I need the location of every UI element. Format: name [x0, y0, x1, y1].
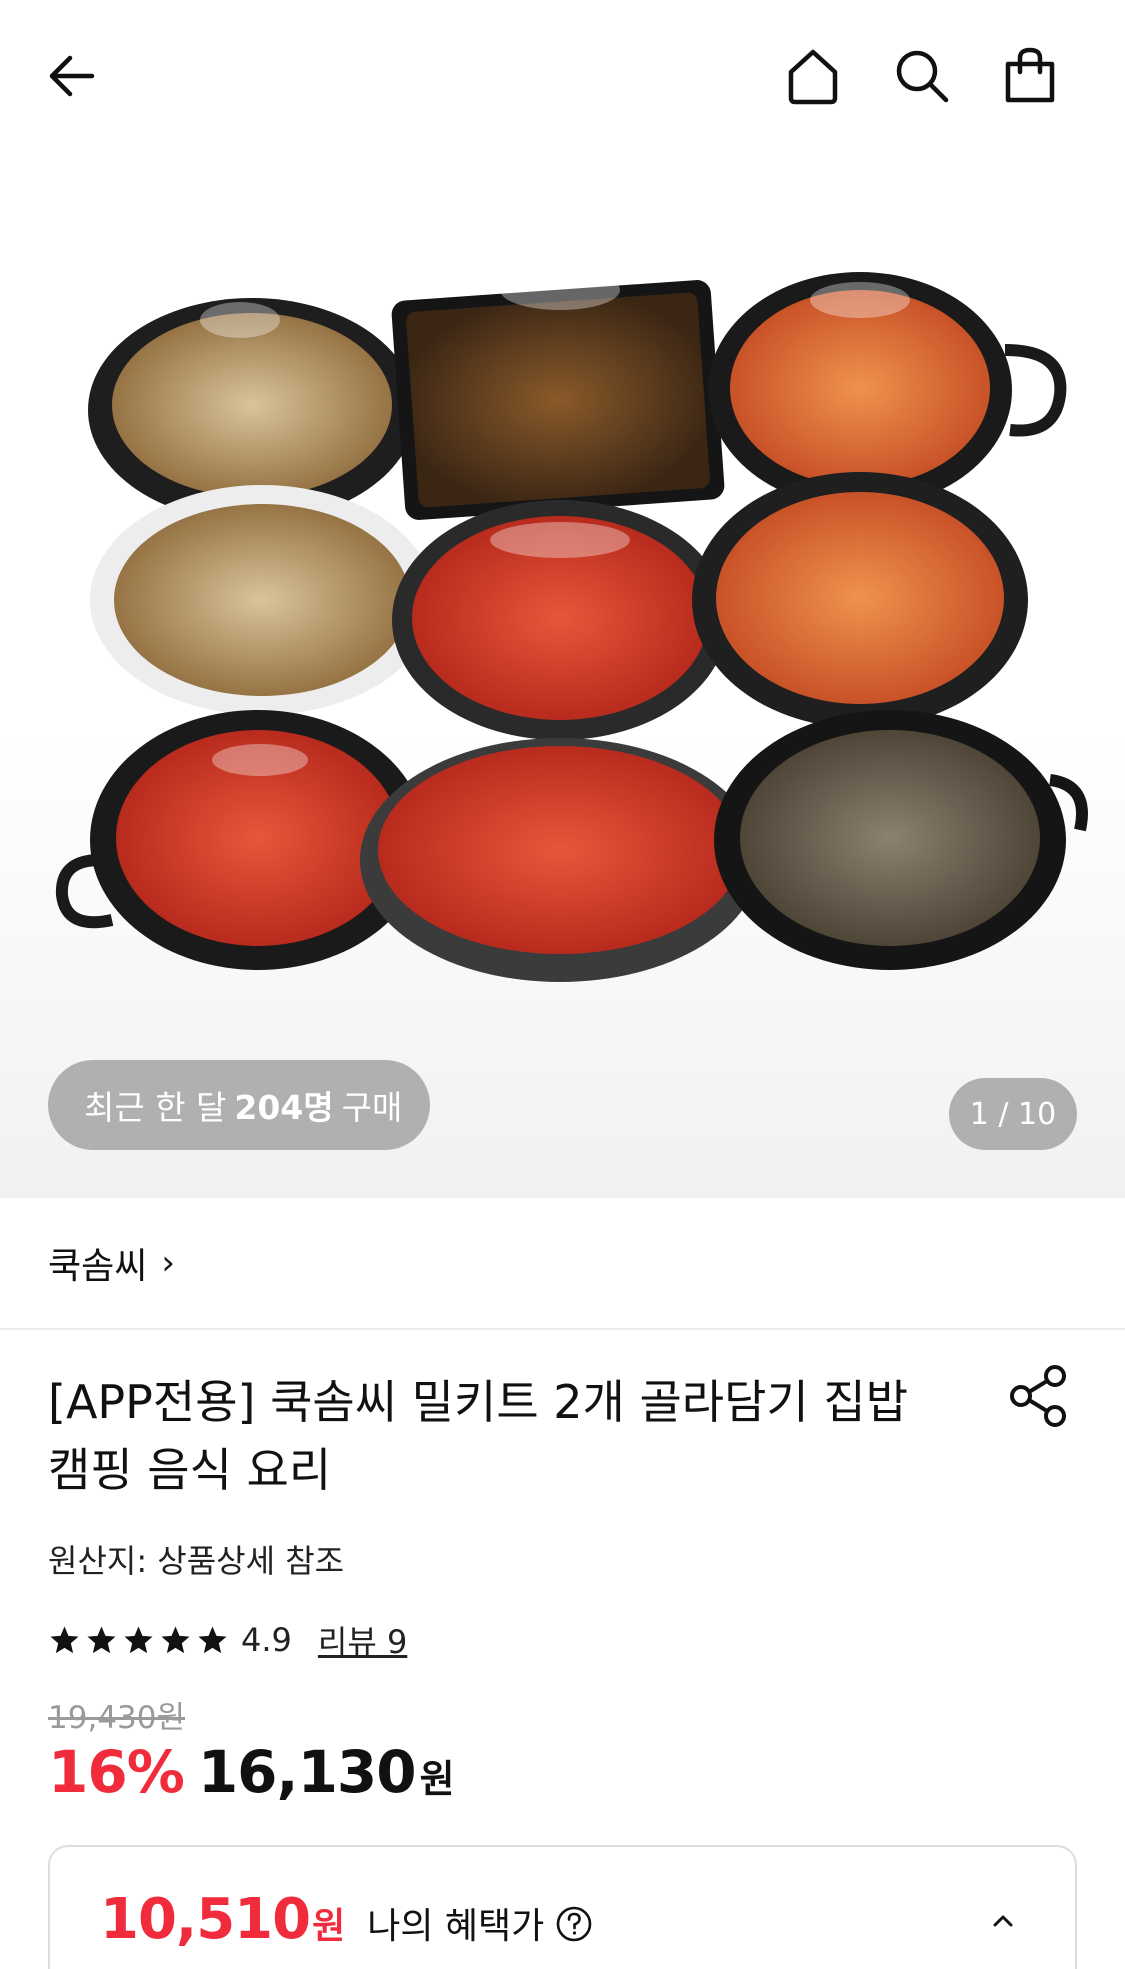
search-button[interactable] [882, 36, 962, 116]
benefit-price-row: 10,510 원 나의 혜택가 [100, 1887, 594, 1952]
brand-link[interactable]: 쿡솜씨 › [0, 1198, 1125, 1330]
benefit-currency: 원 [312, 1906, 346, 1947]
arrow-left-icon [49, 55, 95, 97]
origin-info: 원산지: 상품상세 참조 [48, 1542, 345, 1580]
rating-value: 4.9 [241, 1621, 292, 1659]
star-icon [198, 1625, 227, 1653]
purchase-suffix: 구매 [341, 1088, 403, 1127]
star-icon [50, 1625, 79, 1653]
discount-rate: 16% [48, 1738, 185, 1806]
purchase-prefix: 최근 한 달 [84, 1088, 227, 1127]
rating-row: 4.9 리뷰 9 [48, 1616, 407, 1664]
star-icon [87, 1625, 116, 1653]
question-circle-icon[interactable] [554, 1904, 594, 1944]
chevron-right-icon: › [161, 1243, 175, 1283]
chevron-up-icon[interactable] [983, 1900, 1023, 1940]
product-title-line1: [APP전용] 쿡솜씨 밀키트 2개 골라담기 집밥 [48, 1375, 909, 1429]
original-price: 19,430원 [48, 1700, 185, 1736]
benefit-price: 10,510 [100, 1887, 311, 1952]
benefit-price-box[interactable]: 10,510 원 나의 혜택가 [48, 1845, 1077, 1969]
price-row: 16% 16,130 원 [48, 1738, 455, 1806]
sale-price: 16,130 [197, 1738, 417, 1806]
product-title-line2: 캠핑 음식 요리 [48, 1443, 332, 1497]
top-nav-bar [0, 0, 1125, 160]
back-button[interactable] [32, 36, 112, 116]
sale-price-currency: 원 [419, 1757, 455, 1801]
purchase-count: 204명 [234, 1088, 334, 1127]
search-icon [896, 50, 949, 103]
review-link[interactable]: 리뷰 9 [318, 1617, 407, 1663]
product-image-gallery[interactable]: 최근 한 달 204명 구매 1 / 10 [0, 160, 1125, 1198]
home-icon [788, 49, 838, 105]
image-page-counter: 1 / 10 [949, 1078, 1077, 1150]
benefit-label: 나의 혜택가 [367, 1906, 545, 1947]
share-button[interactable] [1003, 1360, 1075, 1432]
product-image [55, 270, 1088, 982]
recent-purchase-badge: 최근 한 달 204명 구매 [48, 1060, 430, 1150]
shopping-bag-icon [1005, 47, 1055, 103]
home-button[interactable] [773, 36, 853, 116]
share-icon [1010, 1365, 1066, 1427]
cart-button[interactable] [990, 36, 1070, 116]
brand-name: 쿡솜씨 [48, 1246, 148, 1287]
product-title: [APP전용] 쿡솜씨 밀키트 2개 골라담기 집밥 캠핑 음식 요리 [48, 1368, 948, 1504]
star-rating [48, 1624, 229, 1657]
star-icon [124, 1625, 153, 1653]
star-icon [161, 1625, 190, 1653]
